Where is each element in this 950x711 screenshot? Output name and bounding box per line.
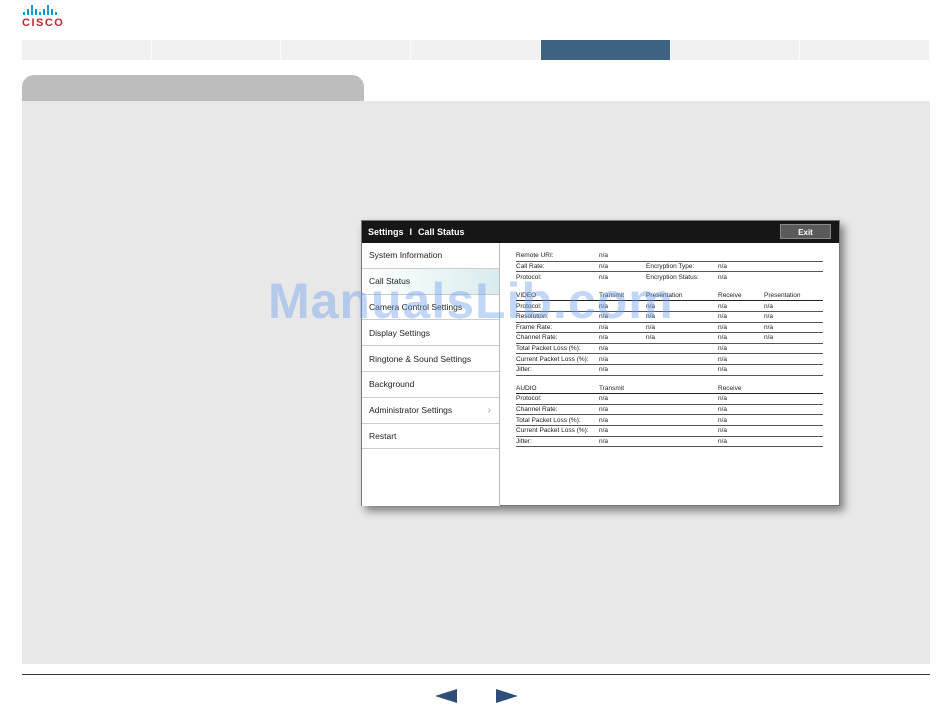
video-cell-value: n/a [764, 313, 774, 321]
video-row: Total Packet Loss (%): n/a n/a [516, 344, 823, 355]
audio-row-label: Protocol: [516, 395, 542, 403]
video-cell-value: n/a [599, 366, 609, 374]
cisco-logo-text: CISCO [22, 17, 65, 29]
status-row: Remote URI: n/a [516, 251, 823, 262]
audio-cell-value: n/a [599, 437, 609, 445]
menu-item-label: Background [369, 379, 415, 390]
status-value: n/a [599, 262, 609, 270]
menu-item-label: Administrator Settings [369, 405, 453, 416]
audio-row: Protocol: n/a n/a [516, 394, 823, 405]
section-tab [22, 75, 364, 102]
video-cell-value: n/a [718, 366, 728, 374]
video-cell-value: n/a [599, 355, 609, 363]
video-cell-value: n/a [764, 302, 774, 310]
nav-tab-1[interactable] [22, 40, 152, 60]
video-cell-value: n/a [718, 355, 728, 363]
video-cell-value: n/a [718, 313, 728, 321]
nav-tab-5-active[interactable] [540, 40, 671, 60]
video-cell-value: n/a [718, 334, 728, 342]
video-cell-value: n/a [646, 334, 656, 342]
menu-item-background[interactable]: Background [362, 372, 499, 398]
video-column-header: Receive [718, 292, 742, 300]
video-column-header: Presentation [764, 292, 801, 300]
triangle-left-icon[interactable] [435, 689, 457, 703]
nav-tab-4[interactable] [411, 40, 541, 60]
watermark-text: ManualsLib.com [268, 273, 674, 329]
audio-row: Current Packet Loss (%): n/a n/a [516, 426, 823, 437]
settings-header-title: Settings [368, 227, 404, 237]
cisco-logo-bars [22, 5, 70, 15]
video-row: Channel Rate: n/a n/a n/a n/a [516, 333, 823, 344]
audio-cell-value: n/a [599, 395, 609, 403]
video-cell-value: n/a [718, 323, 728, 331]
settings-screenshot: Settings I Call Status Exit System Infor… [361, 220, 840, 506]
audio-row-label: Jitter: [516, 437, 532, 445]
status-label: Call Rate: [516, 262, 545, 270]
audio-cell-value: n/a [718, 395, 728, 403]
audio-column-header: Transmit [599, 384, 625, 392]
menu-item-administrator-settings[interactable]: Administrator Settings › [362, 398, 499, 424]
video-row-label: Jitter: [516, 366, 532, 374]
status-value: n/a [599, 252, 609, 260]
exit-button[interactable]: Exit [780, 224, 831, 239]
audio-cell-value: n/a [718, 437, 728, 445]
audio-row: Jitter: n/a n/a [516, 437, 823, 448]
header-separator: I [409, 227, 413, 237]
audio-cell-value: n/a [599, 406, 609, 414]
audio-row-label: Channel Rate: [516, 406, 558, 414]
video-cell-value: n/a [599, 345, 609, 353]
nav-tab-6[interactable] [671, 40, 801, 60]
cisco-logo: CISCO [22, 5, 70, 29]
status-label: Encryption Type: [646, 262, 695, 270]
video-row-label: Total Packet Loss (%): [516, 345, 581, 353]
video-cell-value: n/a [718, 302, 728, 310]
audio-cell-value: n/a [718, 406, 728, 414]
audio-row-label: Total Packet Loss (%): [516, 416, 581, 424]
audio-row-label: Current Packet Loss (%): [516, 427, 589, 435]
audio-cell-value: n/a [599, 427, 609, 435]
video-cell-value: n/a [764, 334, 774, 342]
video-cell-value: n/a [764, 323, 774, 331]
audio-header-row: AUDIO Transmit Receive [516, 384, 823, 395]
video-row-label: Channel Rate: [516, 334, 558, 342]
menu-item-restart[interactable]: Restart [362, 424, 499, 450]
audio-column-header: AUDIO [516, 384, 537, 392]
video-row-label: Current Packet Loss (%): [516, 355, 589, 363]
audio-column-header: Receive [718, 384, 742, 392]
nav-tab-2[interactable] [152, 40, 282, 60]
audio-cell-value: n/a [718, 427, 728, 435]
status-value: n/a [718, 262, 728, 270]
menu-item-system-information[interactable]: System Information [362, 243, 499, 269]
footer-divider [22, 674, 930, 675]
video-row: Current Packet Loss (%): n/a n/a [516, 354, 823, 365]
triangle-right-icon[interactable] [496, 689, 518, 703]
video-cell-value: n/a [599, 334, 609, 342]
status-value: n/a [718, 273, 728, 281]
menu-item-label: Ringtone & Sound Settings [369, 353, 472, 364]
nav-tab-7[interactable] [800, 40, 931, 60]
settings-header: Settings I Call Status Exit [362, 221, 839, 243]
menu-item-label: Restart [369, 430, 397, 441]
audio-row: Total Packet Loss (%): n/a n/a [516, 415, 823, 426]
menu-item-label: System Information [369, 250, 443, 261]
video-row: Jitter: n/a n/a [516, 365, 823, 376]
status-label: Remote URI: [516, 252, 554, 260]
status-row: Call Rate: n/a Encryption Type: n/a [516, 262, 823, 273]
audio-cell-value: n/a [718, 416, 728, 424]
menu-item-ringtone-sound[interactable]: Ringtone & Sound Settings [362, 346, 499, 372]
audio-table: AUDIO Transmit Receive Protocol: n/a n/a Chann… [516, 384, 823, 448]
video-cell-value: n/a [718, 345, 728, 353]
audio-cell-value: n/a [599, 416, 609, 424]
settings-header-subtitle: Call Status [418, 227, 465, 237]
chevron-right-icon: › [487, 404, 491, 416]
nav-tab-3[interactable] [281, 40, 412, 60]
audio-row: Channel Rate: n/a n/a [516, 405, 823, 416]
top-navigation [22, 40, 931, 60]
